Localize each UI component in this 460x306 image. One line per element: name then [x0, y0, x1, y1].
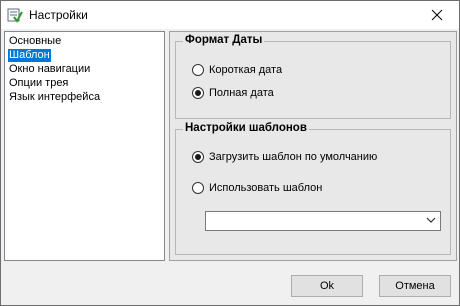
radio-load-default-template-label: Загрузить шаблон по умолчанию	[209, 151, 378, 163]
window-title: Настройки	[29, 8, 88, 22]
radio-use-template-label: Использовать шаблон	[209, 182, 323, 194]
radio-use-template[interactable]: Использовать шаблон	[192, 181, 322, 195]
settings-category-list[interactable]: Основные Шаблон Окно навигации Опции тре…	[4, 31, 165, 261]
settings-app-icon	[7, 8, 23, 23]
settings-panel: Формат Даты Короткая дата Полная дата На…	[169, 31, 457, 261]
ok-button[interactable]: Ok	[291, 275, 363, 297]
category-item-template[interactable]: Шаблон	[8, 49, 51, 62]
template-settings-title: Настройки шаблонов	[183, 122, 309, 134]
date-format-title: Формат Даты	[183, 34, 265, 46]
title-bar: Настройки	[1, 1, 459, 29]
close-button[interactable]	[415, 1, 459, 29]
settings-dialog: Настройки Основные Шаблон Окно навигации…	[0, 0, 460, 306]
radio-circle[interactable]	[192, 151, 204, 163]
category-item-general[interactable]: Основные	[8, 35, 62, 48]
radio-full-date-label: Полная дата	[209, 87, 274, 99]
radio-full-date[interactable]: Полная дата	[192, 86, 274, 100]
chevron-down-icon	[426, 217, 436, 223]
radio-circle[interactable]	[192, 182, 204, 194]
template-select[interactable]	[205, 211, 441, 231]
cancel-button[interactable]: Отмена	[379, 275, 451, 297]
close-icon	[431, 9, 443, 21]
radio-circle[interactable]	[192, 64, 204, 76]
radio-circle[interactable]	[192, 87, 204, 99]
category-item-interface-language[interactable]: Язык интерфейса	[8, 91, 101, 104]
date-format-group: Формат Даты Короткая дата Полная дата	[175, 34, 451, 119]
radio-short-date-label: Короткая дата	[209, 64, 283, 76]
template-settings-group: Настройки шаблонов Загрузить шаблон по у…	[175, 122, 451, 255]
category-item-tray-options[interactable]: Опции трея	[8, 77, 69, 90]
category-item-navigation-window[interactable]: Окно навигации	[8, 63, 91, 76]
radio-load-default-template[interactable]: Загрузить шаблон по умолчанию	[192, 150, 377, 164]
radio-short-date[interactable]: Короткая дата	[192, 63, 282, 77]
